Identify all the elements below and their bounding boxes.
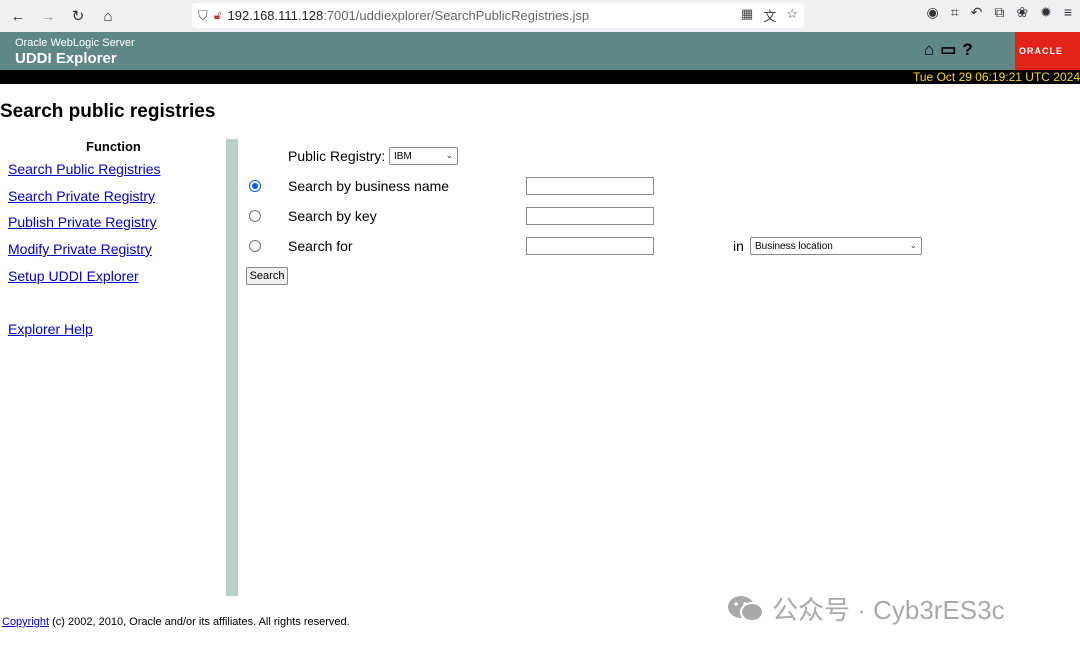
help-icon[interactable]: ?: [962, 40, 972, 60]
app-title: UDDI Explorer: [15, 50, 117, 67]
search-by-name-label: Search by business name: [288, 178, 450, 194]
sidebar-link-setup-uddi-explorer[interactable]: Setup UDDI Explorer: [8, 268, 139, 284]
search-button[interactable]: Search: [246, 267, 288, 285]
reload-icon[interactable]: ↻: [64, 2, 92, 30]
home-icon[interactable]: ⌂: [94, 2, 122, 30]
wechat-icon: [728, 595, 764, 622]
sidebar-link-search-private-registry[interactable]: Search Private Registry: [8, 188, 155, 204]
forward-arrow-icon[interactable]: →: [34, 2, 62, 30]
shield-icon[interactable]: ⛉: [198, 8, 208, 24]
account-icon[interactable]: ◉: [927, 4, 939, 21]
oracle-logo: ORACLE: [1015, 32, 1080, 70]
menu-icon[interactable]: ≡: [1064, 4, 1072, 21]
address-bar[interactable]: ⛉ 🔓︎ 192.168.111.128:7001/uddiexplorer/S…: [192, 3, 804, 28]
radio-search-by-business-name[interactable]: [249, 180, 261, 192]
insecure-lock-icon[interactable]: 🔓︎: [214, 8, 222, 23]
radio-search-by-key[interactable]: [249, 210, 261, 222]
chevron-down-icon: ⌄: [909, 240, 917, 250]
url-host: 192.168.111.128: [227, 8, 324, 23]
undo-icon[interactable]: ↶: [971, 4, 983, 21]
search-by-key-label: Search by key: [288, 208, 377, 224]
home-icon[interactable]: ⌂: [924, 40, 934, 60]
extension-badge-icon[interactable]: ❀: [1016, 4, 1028, 21]
business-name-input[interactable]: [526, 177, 654, 195]
chevron-down-icon: ⌄: [445, 150, 453, 160]
app-header: Oracle WebLogic Server UDDI Explorer ⌂ ▭…: [0, 32, 1080, 70]
date-bar: Tue Oct 29 06:19:21 UTC 2024: [0, 70, 1080, 84]
extensions-icon[interactable]: ⧉: [994, 4, 1004, 21]
sidebar-link-publish-private-registry[interactable]: Publish Private Registry: [8, 214, 157, 230]
search-location-select-value: Business location: [755, 240, 833, 252]
watermark: 公众号 · Cyb3rES3c: [726, 590, 1005, 627]
registry-select-value: IBM: [394, 150, 412, 162]
search-for-label: Search for: [288, 238, 353, 254]
search-location-select[interactable]: Business location ⌄: [750, 237, 922, 255]
bookmark-star-icon[interactable]: ☆: [786, 6, 798, 25]
windows-icon[interactable]: ▭: [940, 40, 956, 60]
in-label: in: [733, 238, 744, 254]
page-title: Search public registries: [0, 101, 216, 122]
qr-code-icon[interactable]: ▦: [741, 6, 753, 25]
radio-search-for[interactable]: [249, 240, 261, 252]
registry-label: Public Registry:: [288, 148, 386, 164]
sidebar-divider: [226, 139, 238, 596]
bug-icon[interactable]: ✹: [1040, 4, 1052, 21]
url-path: :7001/uddiexplorer/SearchPublicRegistrie…: [323, 8, 590, 23]
key-input[interactable]: [526, 207, 654, 225]
footer: Copyright (c) 2002, 2010, Oracle and/or …: [2, 616, 350, 628]
screenshot-crop-icon[interactable]: ⌗: [951, 4, 959, 21]
search-for-input[interactable]: [526, 237, 654, 255]
sidebar-link-explorer-help[interactable]: Explorer Help: [8, 321, 93, 337]
product-subtitle: Oracle WebLogic Server: [15, 37, 135, 49]
sidebar-link-search-public-registries[interactable]: Search Public Registries: [8, 161, 161, 177]
copyright-link[interactable]: Copyright: [2, 616, 49, 628]
function-heading: Function: [86, 139, 141, 154]
sidebar-link-modify-private-registry[interactable]: Modify Private Registry: [8, 241, 152, 257]
registry-select[interactable]: IBM ⌄: [389, 147, 458, 165]
server-datetime: Tue Oct 29 06:19:21 UTC 2024: [913, 70, 1080, 84]
footer-text: (c) 2002, 2010, Oracle and/or its affili…: [49, 616, 350, 628]
translate-icon[interactable]: 文: [763, 6, 776, 25]
watermark-text: 公众号 · Cyb3rES3c: [772, 595, 1005, 625]
back-arrow-icon[interactable]: ←: [4, 2, 32, 30]
browser-toolbar: ← → ↻ ⌂ ⛉ 🔓︎ 192.168.111.128:7001/uddiex…: [0, 0, 1080, 32]
